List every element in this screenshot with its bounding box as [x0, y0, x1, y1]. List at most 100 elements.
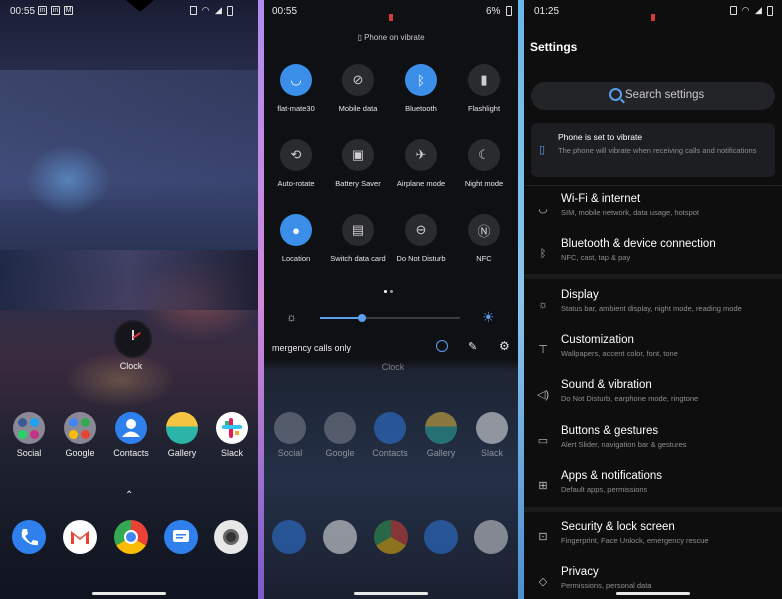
search-placeholder: Search settings — [625, 89, 705, 101]
settings-item-subtitle: Alert Slider, navigation bar & gestures — [561, 440, 687, 449]
brightness-slider[interactable]: ☼ ☀ — [264, 309, 518, 326]
mobile-data-icon: ⊘ — [342, 64, 374, 96]
settings-item-buttons-gestures[interactable]: ▭ Buttons & gestures Alert Slider, navig… — [524, 423, 782, 463]
tile-label: Bluetooth — [405, 104, 437, 113]
tile-mobile-data[interactable]: ⊘ Mobile data — [328, 64, 388, 113]
settings-item-sound-vibration[interactable]: ◁) Sound & vibration Do Not Disturb, ear… — [524, 377, 782, 417]
app-label: Contacts — [113, 448, 149, 458]
tile-airplane-mode[interactable]: ✈ Airplane mode — [391, 139, 451, 188]
phone-icon[interactable] — [12, 520, 46, 554]
social-folder-icon — [274, 412, 306, 444]
vibrate-status: ▯ Phone on vibrate — [264, 33, 518, 42]
app-label: Slack — [220, 448, 243, 458]
edit-icon[interactable]: ✎ — [468, 340, 477, 353]
signal-icon: ◢ — [215, 5, 222, 15]
search-icon — [609, 88, 622, 101]
settings-item-title: Sound & vibration — [561, 379, 652, 391]
gesture-bar[interactable] — [354, 592, 428, 595]
settings-item-customization[interactable]: ⊤ Customization Wallpapers, accent color… — [524, 332, 782, 372]
notch-shape — [120, 0, 160, 14]
settings-item-apps-notifications[interactable]: ⊞ Apps & notifications Default apps, per… — [524, 468, 782, 508]
clock-widget[interactable] — [114, 320, 152, 358]
vibrate-card-subtitle: The phone will vibrate when receiving ca… — [558, 146, 757, 155]
battery-saver-icon: ▣ — [342, 139, 374, 171]
settings-item-title: Buttons & gestures — [561, 425, 659, 437]
google-folder[interactable]: Google — [55, 412, 105, 458]
google-folder-icon — [64, 412, 96, 444]
slack-icon — [216, 412, 248, 444]
app-label: Social — [16, 448, 42, 458]
battery-icon — [506, 6, 512, 16]
brightness-fill — [320, 317, 362, 319]
night-mode-icon: ☾ — [468, 139, 500, 171]
chrome-icon[interactable] — [114, 520, 148, 554]
status-time: 01:25 — [534, 6, 560, 17]
settings-item-bluetooth[interactable]: ᛒ Bluetooth & device connection NFC, cas… — [524, 236, 782, 276]
messages-icon[interactable] — [164, 520, 198, 554]
tile-wifi[interactable]: ◡ flat-mate30 — [266, 64, 326, 113]
search-bar[interactable]: Search settings — [531, 82, 775, 110]
tile-label: Switch data card — [330, 254, 386, 263]
tile-battery-saver[interactable]: ▣ Battery Saver — [328, 139, 388, 188]
tile-flashlight[interactable]: ▮ Flashlight — [454, 64, 514, 113]
status-bar: 00:55 in in M ◠ ◢ — [0, 0, 258, 22]
settings-item-title: Customization — [561, 334, 634, 346]
settings-item-security[interactable]: ⊡ Security & lock screen Fingerprint, Fa… — [524, 519, 782, 559]
slack-app: Slack — [467, 412, 517, 458]
tile-night-mode[interactable]: ☾ Night mode — [454, 139, 514, 188]
bluetooth-icon: ᛒ — [405, 64, 437, 96]
gallery-app[interactable]: Gallery — [157, 412, 207, 458]
status-bar: 01:25 ◠ ◢ — [524, 0, 782, 22]
app-label: Gallery — [167, 448, 197, 458]
contacts-app[interactable]: Contacts — [106, 412, 156, 458]
tile-bluetooth[interactable]: ᛒ Bluetooth — [391, 64, 451, 113]
gallery-icon — [425, 412, 457, 444]
settings-item-title: Display — [561, 289, 599, 301]
user-icon[interactable] — [436, 340, 448, 352]
tile-label: Location — [281, 254, 311, 263]
settings-item-title: Wi-Fi & internet — [561, 193, 641, 205]
gmail-icon[interactable] — [63, 520, 97, 554]
messages-icon — [424, 520, 458, 554]
settings-item-wifi-internet[interactable]: ◡ Wi-Fi & internet SIM, mobile network, … — [524, 191, 782, 231]
tile-switch-data-card[interactable]: ▤ Switch data card — [328, 214, 388, 263]
auto-brightness-icon[interactable]: ☀ — [482, 309, 495, 326]
gesture-bar[interactable] — [92, 592, 166, 595]
brightness-low-icon: ☼ — [286, 310, 297, 324]
settings-item-subtitle: Fingerprint, Face Unlock, emergency resc… — [561, 536, 709, 545]
apps-grid-icon: ⊞ — [538, 480, 548, 492]
tile-auto-rotate[interactable]: ⟲ Auto-rotate — [266, 139, 326, 188]
battery-icon — [227, 6, 233, 16]
wifi-icon: ◠ — [741, 5, 750, 15]
settings-item-display[interactable]: ☼ Display Status bar, ambient display, n… — [524, 287, 782, 327]
app-drawer-arrow-icon[interactable]: ⌃ — [125, 490, 133, 501]
tile-label: Night mode — [464, 179, 504, 188]
tile-do-not-disturb[interactable]: ⊖ Do Not Disturb — [391, 214, 451, 263]
phone-icon — [272, 520, 306, 554]
contacts-app: Contacts — [365, 412, 415, 458]
gesture-bar[interactable] — [616, 592, 690, 595]
status-time: 00:55 — [10, 6, 36, 17]
vibrate-card-title: Phone is set to vibrate — [558, 132, 643, 142]
status-bar: 00:55 6% — [264, 0, 518, 22]
airplane-icon: ✈ — [405, 139, 437, 171]
vibrate-notice-card[interactable]: ▯ Phone is set to vibrate The phone will… — [531, 123, 775, 177]
social-folder: Social — [265, 412, 315, 458]
flashlight-icon: ▮ — [468, 64, 500, 96]
tile-nfc[interactable]: Ⓝ NFC — [454, 214, 514, 263]
camera-icon[interactable] — [214, 520, 248, 554]
brightness-thumb[interactable] — [358, 314, 366, 322]
slack-app[interactable]: Slack — [207, 412, 257, 458]
tile-location[interactable]: ● Location — [266, 214, 326, 263]
sim-card-icon: ▤ — [342, 214, 374, 246]
vibrate-label: Phone on vibrate — [364, 33, 425, 42]
battery-icon — [767, 6, 773, 16]
settings-item-title: Bluetooth & device connection — [561, 238, 716, 250]
wifi-icon: ◡ — [280, 64, 312, 96]
home-screen: 00:55 in in M ◠ ◢ Clock Social Google Co… — [0, 0, 258, 599]
social-folder[interactable]: Social — [4, 412, 54, 458]
speaker-icon: ◁) — [536, 389, 550, 401]
contacts-icon — [115, 412, 147, 444]
settings-gear-icon[interactable]: ⚙ — [499, 339, 510, 353]
app-label: Contacts — [372, 448, 408, 458]
